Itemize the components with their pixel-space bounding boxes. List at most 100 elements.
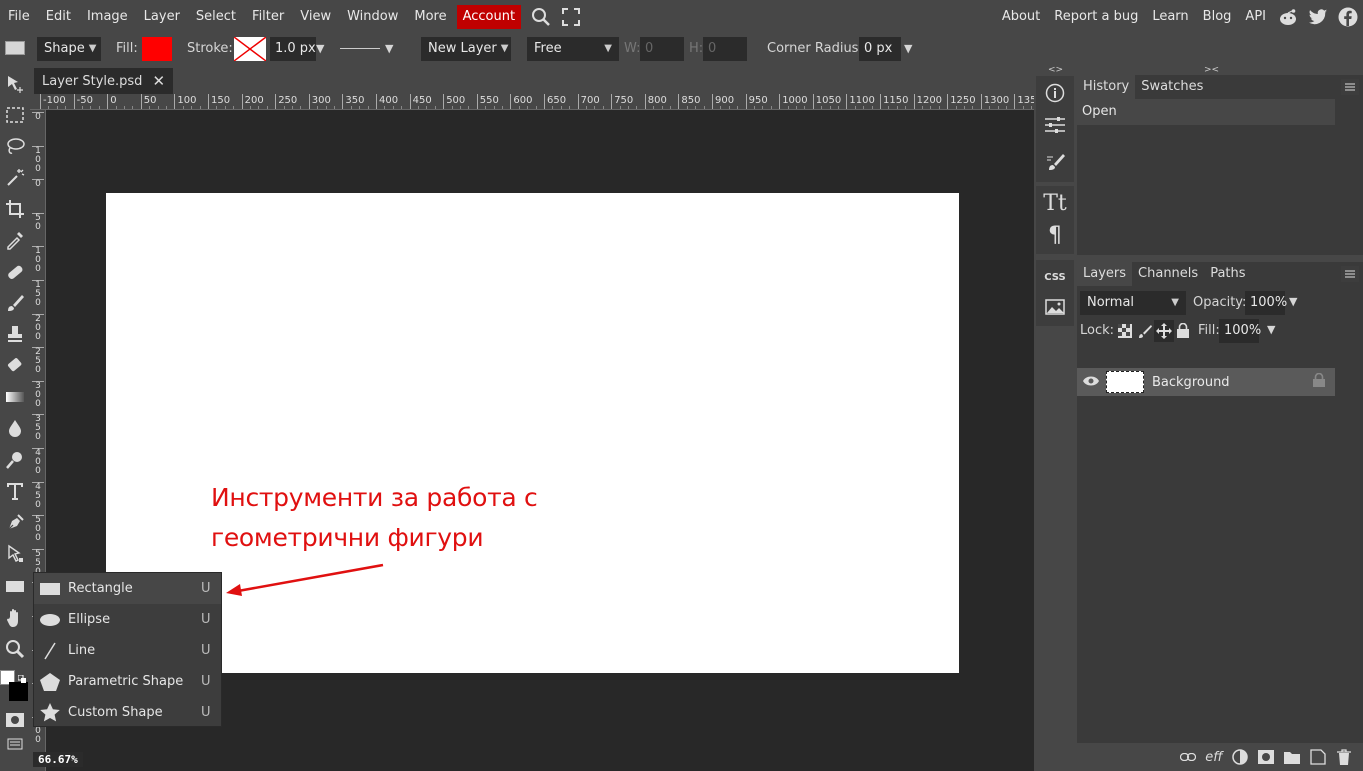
twitter-icon[interactable] [1307, 6, 1329, 28]
tab-history[interactable]: History [1077, 75, 1136, 99]
fill-field[interactable]: 100% [1219, 319, 1261, 343]
hand-tool-icon[interactable] [0, 603, 30, 633]
menu-layer[interactable]: Layer [136, 0, 188, 33]
flyout-ellipse[interactable]: Ellipse U [34, 604, 221, 635]
trash-icon[interactable] [1333, 747, 1355, 767]
panel-menu-icon[interactable] [1341, 79, 1359, 95]
report-bug-link[interactable]: Report a bug [1047, 0, 1145, 33]
image-icon[interactable] [1037, 292, 1073, 322]
facebook-icon[interactable] [1337, 6, 1359, 28]
menu-window[interactable]: Window [339, 0, 406, 33]
stroke-style-select[interactable] [340, 37, 380, 61]
shape-mode-select[interactable]: Shape ▼ [37, 37, 101, 61]
blog-link[interactable]: Blog [1196, 0, 1239, 33]
lock-all-icon[interactable] [1177, 322, 1189, 342]
fill-dropdown-icon[interactable]: ▼ [1267, 323, 1275, 336]
lasso-tool-icon[interactable] [0, 131, 30, 161]
stroke-width-dropdown-icon[interactable]: ▼ [316, 37, 324, 61]
account-button[interactable]: Account [456, 4, 522, 29]
eraser-tool-icon[interactable] [0, 350, 30, 380]
stroke-width-field[interactable]: 1.0 px [270, 37, 316, 61]
folder-icon[interactable] [1281, 747, 1303, 767]
stroke-style-dropdown-icon[interactable]: ▼ [385, 37, 393, 61]
corner-radius-dropdown-icon[interactable]: ▼ [904, 37, 912, 61]
panel-menu-icon[interactable] [1341, 266, 1359, 282]
flyout-line[interactable]: Line U [34, 635, 221, 666]
link-icon[interactable] [1177, 747, 1199, 767]
crop-tool-icon[interactable] [0, 194, 30, 224]
lock-pixels-icon[interactable] [1138, 324, 1152, 342]
effects-icon[interactable]: eff [1203, 747, 1225, 767]
css-icon[interactable]: CSS [1037, 262, 1073, 292]
tab-channels[interactable]: Channels [1132, 262, 1204, 286]
opacity-field[interactable]: 100% [1245, 291, 1287, 315]
screen-mode-icon[interactable] [0, 729, 30, 759]
menu-filter[interactable]: Filter [244, 0, 292, 33]
width-field[interactable]: 0 [640, 37, 684, 61]
collapse-right-icon[interactable]: >< [1204, 65, 1219, 75]
paragraph-icon[interactable]: ¶ [1037, 220, 1073, 250]
menu-file[interactable]: File [0, 0, 38, 33]
ruler-label: 300 [308, 94, 331, 109]
flyout-custom-shape[interactable]: Custom Shape U [34, 697, 221, 728]
tab-paths[interactable]: Paths [1204, 262, 1251, 286]
api-link[interactable]: API [1238, 0, 1273, 33]
eyedropper-tool-icon[interactable] [0, 225, 30, 255]
blend-mode-select[interactable]: Normal ▼ [1080, 291, 1186, 315]
about-link[interactable]: About [995, 0, 1047, 33]
blur-tool-icon[interactable] [0, 413, 30, 443]
clone-stamp-tool-icon[interactable] [0, 319, 30, 349]
zoom-level[interactable]: 66.67% [33, 752, 83, 767]
lock-transparency-icon[interactable] [1118, 324, 1132, 342]
marquee-tool-icon[interactable] [0, 100, 30, 130]
menu-image[interactable]: Image [79, 0, 136, 33]
info-icon[interactable] [1037, 78, 1073, 108]
magic-wand-tool-icon[interactable] [0, 162, 30, 192]
adjustment-icon[interactable] [1229, 747, 1251, 767]
layer-row[interactable]: Background [1077, 368, 1335, 396]
history-entry[interactable]: Open [1077, 99, 1335, 125]
pen-tool-icon[interactable] [0, 508, 30, 538]
type-tool-icon[interactable] [0, 476, 30, 506]
height-field[interactable]: 0 [703, 37, 747, 61]
constraint-select[interactable]: Free ▼ [527, 37, 619, 61]
zoom-tool-icon[interactable] [0, 634, 30, 664]
layer-target-select[interactable]: New Layer ▼ [421, 37, 511, 61]
corner-radius-field[interactable]: 0 px [859, 37, 901, 61]
brush-settings-icon[interactable] [1037, 148, 1073, 178]
flyout-parametric-shape[interactable]: Parametric Shape U [34, 666, 221, 697]
healing-brush-tool-icon[interactable] [0, 257, 30, 287]
dodge-tool-icon[interactable] [0, 445, 30, 475]
eye-icon[interactable] [1083, 375, 1099, 391]
opacity-dropdown-icon[interactable]: ▼ [1289, 295, 1297, 308]
menu-edit[interactable]: Edit [38, 0, 79, 33]
learn-link[interactable]: Learn [1145, 0, 1195, 33]
stroke-color-swatch[interactable] [233, 36, 267, 62]
search-icon[interactable] [531, 7, 551, 27]
fill-color-swatch[interactable] [142, 37, 172, 61]
document-canvas[interactable] [106, 193, 959, 673]
close-icon[interactable]: ✕ [152, 72, 165, 90]
document-tab[interactable]: Layer Style.psd ✕ [34, 68, 174, 94]
collapse-panels-icon[interactable]: <> [1048, 65, 1063, 75]
swap-colors-icon[interactable] [17, 672, 26, 683]
menu-more[interactable]: More [406, 0, 454, 33]
menu-view[interactable]: View [292, 0, 339, 33]
path-select-tool-icon[interactable] [0, 539, 30, 569]
fullscreen-icon[interactable] [561, 7, 581, 27]
tab-swatches[interactable]: Swatches [1135, 75, 1209, 99]
shape-tool-icon[interactable] [0, 571, 30, 601]
adjustments-icon[interactable] [1037, 110, 1073, 140]
mask-icon[interactable] [1255, 747, 1277, 767]
reddit-icon[interactable] [1277, 6, 1299, 28]
lock-position-icon[interactable] [1154, 320, 1174, 342]
flyout-rectangle[interactable]: Rectangle U [34, 573, 221, 604]
background-color-swatch[interactable] [9, 682, 28, 701]
new-layer-icon[interactable] [1307, 747, 1329, 767]
menu-select[interactable]: Select [188, 0, 244, 33]
tab-layers[interactable]: Layers [1077, 262, 1133, 286]
move-tool-icon[interactable] [0, 69, 30, 99]
character-icon[interactable]: Tt [1037, 188, 1073, 218]
gradient-tool-icon[interactable] [0, 382, 30, 412]
brush-tool-icon[interactable] [0, 288, 30, 318]
